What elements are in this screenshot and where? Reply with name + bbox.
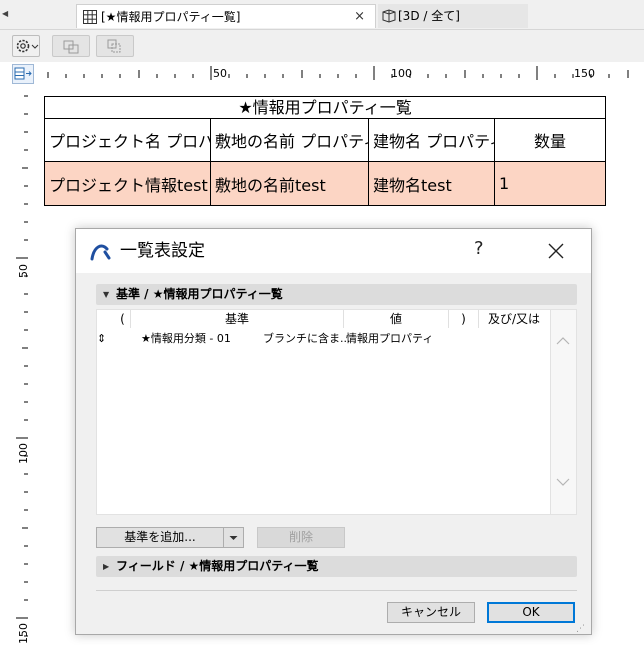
header-quantity[interactable]: 数量: [493, 118, 607, 162]
fields-section-label: フィールド / ★情報用プロパティ一覧: [116, 559, 319, 573]
column-criterion: 基準: [131, 310, 344, 328]
tab-3d-label: [3D / 全て]: [398, 9, 460, 23]
column-and-or: 及び/又は: [487, 312, 541, 326]
criteria-section-label: 基準 / ★情報用プロパティ一覧: [116, 287, 283, 301]
tool-button-2[interactable]: [96, 35, 134, 57]
criteria-section-header[interactable]: ▼ 基準 / ★情報用プロパティ一覧: [96, 284, 577, 305]
schedule-grid-icon: [83, 10, 97, 24]
tab-bar: ◀ [★情報用プロパティ一覧] × [3D / 全て]: [0, 0, 644, 30]
dialog-titlebar[interactable]: 一覧表設定 ?: [76, 229, 591, 273]
dialog-title: 一覧表設定: [120, 241, 205, 261]
header-project-name[interactable]: プロジェクト名 プロパティ: [44, 118, 211, 162]
scroll-arrows: [556, 337, 570, 486]
sort-handle-icon[interactable]: ⇕: [97, 330, 106, 348]
tab-schedule-label: [★情報用プロパティ一覧]: [101, 10, 241, 24]
resize-grip-icon[interactable]: ⋰: [576, 624, 588, 634]
schedule-title[interactable]: ★情報用プロパティ一覧: [43, 96, 607, 119]
ok-button[interactable]: OK: [487, 602, 575, 623]
scroll-left-icon[interactable]: ◀: [2, 8, 8, 20]
archicad-logo-icon: [90, 244, 111, 261]
vruler-label-100: 100: [17, 443, 30, 464]
collapse-triangle-icon: ▼: [103, 290, 110, 299]
tab-schedule[interactable]: [★情報用プロパティ一覧] ×: [76, 4, 376, 28]
column-value: 値: [344, 310, 449, 328]
criteria-list[interactable]: ( 基準 値 ) 及び/又は ⇕ ★情報用分類 - 01 ブランチに含ま... …: [96, 309, 551, 515]
schedule-table: ★情報用プロパティ一覧 プロジェクト名 プロパティ 敷地の名前 プロパティ 建物…: [43, 96, 607, 206]
settings-button[interactable]: [12, 35, 40, 57]
scroll-up-icon: [556, 337, 570, 345]
header-site-name[interactable]: 敷地の名前 プロパティ: [210, 118, 369, 162]
expand-triangle-icon: ▶: [103, 562, 110, 571]
criteria-scrollbar[interactable]: [551, 309, 577, 515]
cell-project-name[interactable]: プロジェクト情報test: [44, 161, 211, 206]
criteria-row-value[interactable]: 情報用プロパティ: [346, 330, 433, 348]
horizontal-ruler: 50 100 150: [40, 62, 644, 86]
delete-button[interactable]: 削除: [257, 527, 345, 548]
cell-quantity[interactable]: 1: [493, 161, 607, 206]
cancel-button[interactable]: キャンセル: [387, 602, 475, 623]
tab-3d[interactable]: [3D / 全て]: [378, 4, 528, 28]
arrange-icon: [63, 40, 79, 54]
criteria-row-criterion[interactable]: ★情報用分類 - 01: [141, 330, 231, 348]
tool-button-1[interactable]: [52, 35, 90, 57]
column-close-paren: ): [449, 310, 479, 328]
dropdown-arrow-icon: [229, 536, 238, 540]
ruler-label-50: 50: [213, 67, 227, 80]
horizontal-ruler-ticks: [47, 66, 629, 80]
help-button[interactable]: ?: [474, 238, 484, 260]
vertical-ruler: 50 100 150: [14, 86, 40, 645]
criteria-row-operator[interactable]: ブランチに含ま...: [263, 330, 351, 348]
3d-view-icon: [382, 9, 396, 23]
layers-icon: [107, 39, 121, 53]
close-tab-icon[interactable]: ×: [354, 5, 365, 29]
add-criterion-button[interactable]: 基準を追加...: [96, 527, 224, 548]
vruler-label-50: 50: [17, 264, 30, 278]
close-icon[interactable]: [544, 239, 568, 263]
ruler-label-150: 150: [574, 67, 595, 80]
vertical-ruler-ticks: [16, 95, 28, 637]
header-building-name[interactable]: 建物名 プロパティ: [368, 118, 495, 162]
gear-icon: [16, 39, 39, 53]
cell-building-name[interactable]: 建物名test: [368, 161, 495, 206]
add-criterion-dropdown[interactable]: [223, 527, 244, 548]
ruler-label-100: 100: [391, 67, 412, 80]
column-open-paren: (: [115, 310, 131, 328]
schedule-settings-dialog: 一覧表設定 ? ▼ 基準 / ★情報用プロパティ一覧 ( 基準 値 ) 及び/又…: [75, 228, 592, 635]
dialog-divider: [96, 590, 577, 591]
scroll-down-icon: [556, 478, 570, 486]
criteria-row[interactable]: ⇕ ★情報用分類 - 01 ブランチに含ま... 情報用プロパティ: [97, 330, 549, 348]
toolbar: [0, 30, 644, 62]
vruler-label-150: 150: [17, 623, 30, 644]
table-origin-icon: [14, 67, 32, 80]
ruler-origin-button[interactable]: [12, 64, 34, 84]
cell-site-name[interactable]: 敷地の名前test: [210, 161, 369, 206]
fields-section-header[interactable]: ▶ フィールド / ★情報用プロパティ一覧: [96, 556, 577, 577]
